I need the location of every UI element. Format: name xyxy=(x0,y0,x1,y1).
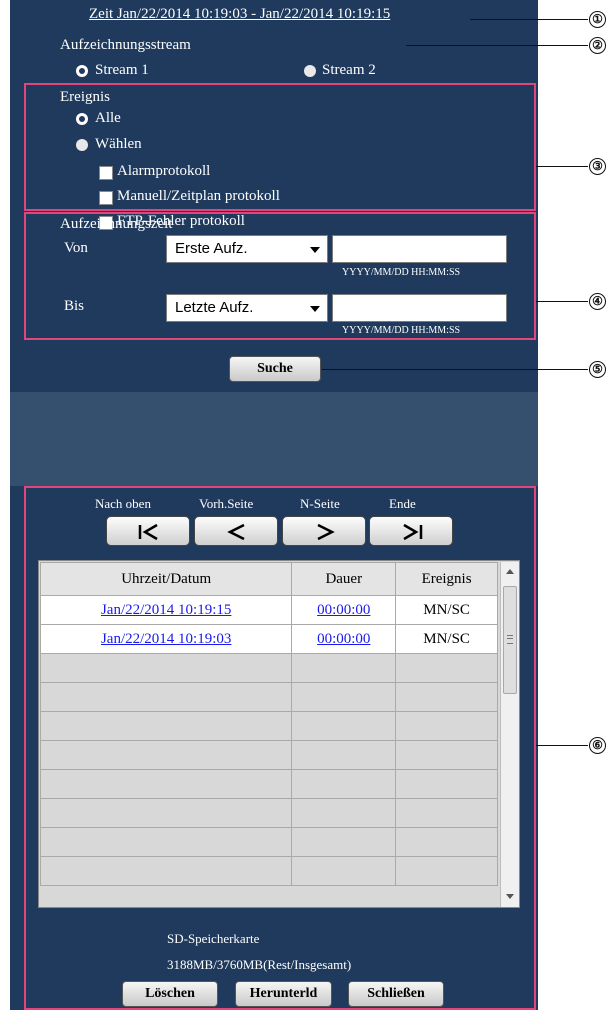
stream1-label: Stream 1 xyxy=(95,62,149,78)
event-select-radio[interactable] xyxy=(76,139,88,151)
grip-icon xyxy=(507,635,513,644)
duration-link[interactable]: 00:00:00 xyxy=(317,631,370,647)
table-row-empty xyxy=(39,653,498,683)
search-button[interactable]: Suche xyxy=(229,356,321,382)
next-page-icon xyxy=(317,523,335,541)
table-row-empty xyxy=(39,769,498,799)
from-select-value: Erste Aufz. xyxy=(175,240,248,257)
callout-4: ④ xyxy=(589,293,606,310)
scroll-thumb[interactable] xyxy=(503,586,517,694)
duration-link[interactable]: 00:00:00 xyxy=(317,602,370,618)
nav-prev-label: Vorh.Seite xyxy=(199,496,254,511)
datetime-link[interactable]: Jan/22/2014 10:19:15 xyxy=(101,602,231,618)
chevron-down-icon xyxy=(310,247,320,253)
table-scrollbar[interactable] xyxy=(500,562,519,907)
column-header-duration: Dauer xyxy=(291,562,397,596)
first-page-button[interactable] xyxy=(106,516,190,546)
storage-value: 3188MB/3760MB(Rest/Insgesamt) xyxy=(167,957,352,972)
stream-title: Aufzeichnungsstream xyxy=(60,37,191,53)
callout-line-5 xyxy=(322,369,588,370)
callout-line-1 xyxy=(470,19,588,20)
table-row-empty xyxy=(39,798,498,828)
callout-6: ⑥ xyxy=(589,737,606,754)
datetime-link[interactable]: Jan/22/2014 10:19:03 xyxy=(101,631,231,647)
next-page-button[interactable] xyxy=(282,516,366,546)
column-header-event: Ereignis xyxy=(395,562,498,596)
table-header-row: Uhrzeit/Datum Dauer Ereignis xyxy=(39,562,498,596)
alarm-log-label: Alarmprotokoll xyxy=(117,163,211,179)
callout-3: ③ xyxy=(589,158,606,175)
chevron-down-icon xyxy=(310,306,320,312)
nav-next-label: N-Seite xyxy=(300,496,340,511)
last-page-button[interactable] xyxy=(369,516,453,546)
from-format-hint: YYYY/MM/DD HH:MM:SS xyxy=(342,267,461,278)
first-page-icon xyxy=(138,523,158,541)
from-label: Von xyxy=(64,240,88,256)
event-cell: MN/SC xyxy=(395,624,498,654)
time-range-title: Zeit Jan/22/2014 10:19:03 - Jan/22/2014 … xyxy=(89,6,391,22)
scroll-up-arrow-icon[interactable] xyxy=(506,569,514,574)
manual-schedule-log-label: Manuell/Zeitplan protokoll xyxy=(117,188,280,204)
previous-page-button[interactable] xyxy=(194,516,278,546)
nav-first-label: Nach oben xyxy=(95,496,151,511)
callout-line-6 xyxy=(536,745,588,746)
table-row-empty xyxy=(39,856,498,886)
to-select[interactable]: Letzte Aufz. xyxy=(166,294,328,322)
to-select-value: Letzte Aufz. xyxy=(175,299,254,316)
stream2-label: Stream 2 xyxy=(322,62,376,78)
event-all-radio[interactable] xyxy=(76,113,88,125)
previous-page-icon xyxy=(227,523,245,541)
storage-label: SD-Speicherkarte xyxy=(167,931,260,946)
event-title: Ereignis xyxy=(60,89,110,105)
event-select-label: Wählen xyxy=(95,136,142,152)
table-row-empty xyxy=(39,827,498,857)
event-cell: MN/SC xyxy=(395,595,498,625)
callout-line-3 xyxy=(536,166,588,167)
nav-last-label: Ende xyxy=(389,496,416,511)
table-row-empty xyxy=(39,711,498,741)
rec-time-title: Aufzeichnungszeit xyxy=(60,216,173,232)
close-button[interactable]: Schließen xyxy=(348,981,444,1007)
table-row-empty xyxy=(39,740,498,770)
callout-5: ⑤ xyxy=(589,361,606,378)
event-all-label: Alle xyxy=(95,110,121,126)
stream1-radio[interactable] xyxy=(76,65,88,77)
callout-2: ② xyxy=(589,37,606,54)
to-format-hint: YYYY/MM/DD HH:MM:SS xyxy=(342,325,461,336)
table-row: Jan/22/2014 10:19:15 00:00:00 MN/SC xyxy=(39,595,498,625)
download-button[interactable]: Herunterld xyxy=(235,981,332,1007)
panel-separator xyxy=(10,392,538,486)
results-table: Uhrzeit/Datum Dauer Ereignis Jan/22/2014… xyxy=(39,562,498,886)
from-datetime-input[interactable] xyxy=(332,235,507,263)
table-row-empty xyxy=(39,682,498,712)
last-page-icon xyxy=(403,523,423,541)
to-datetime-input[interactable] xyxy=(332,294,507,322)
table-row: Jan/22/2014 10:19:03 00:00:00 MN/SC xyxy=(39,624,498,654)
stream2-radio[interactable] xyxy=(304,65,316,77)
delete-button[interactable]: Löschen xyxy=(122,981,218,1007)
callout-line-2 xyxy=(406,45,588,46)
from-select[interactable]: Erste Aufz. xyxy=(166,235,328,263)
scroll-down-arrow-icon[interactable] xyxy=(506,894,514,899)
column-header-datetime: Uhrzeit/Datum xyxy=(39,562,293,596)
manual-schedule-log-checkbox[interactable] xyxy=(99,191,113,205)
callout-line-4 xyxy=(536,301,588,302)
callout-1: ① xyxy=(589,11,606,28)
to-label: Bis xyxy=(64,298,85,314)
alarm-log-checkbox[interactable] xyxy=(99,166,113,180)
